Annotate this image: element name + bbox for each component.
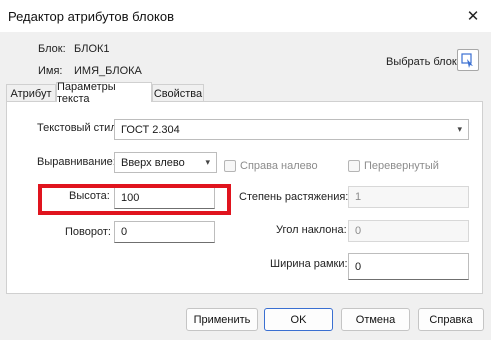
apply-button-label: Применить [193, 313, 251, 326]
rotation-value: 0 [121, 226, 128, 238]
block-label: Блок: [38, 43, 66, 55]
oblique-value: 0 [355, 225, 362, 237]
alignment-dropdown[interactable]: Вверх влево ▾ [114, 152, 217, 173]
frame-width-label: Ширина рамки: [270, 258, 348, 270]
alignment-label: Выравнивание: [37, 156, 116, 168]
tab-attribute-label: Атрибут [10, 87, 52, 100]
upside-down-checkbox[interactable] [348, 160, 360, 172]
height-highlight-frame [38, 184, 231, 215]
tab-attribute[interactable]: Атрибут [6, 84, 56, 102]
pick-block-label: Выбрать блок [386, 56, 457, 68]
tab-text-params[interactable]: Параметры текста [56, 80, 152, 105]
text-style-label: Текстовый стиль: [37, 122, 126, 134]
right-to-left-label: Справа налево [240, 160, 318, 172]
tab-text-params-label: Параметры текста [57, 80, 116, 105]
name-label: Имя: [38, 65, 63, 77]
pick-block-button[interactable] [457, 49, 479, 71]
width-factor-label: Степень растяжения: [239, 191, 349, 203]
upside-down-label: Перевернутый [364, 160, 439, 172]
block-value: БЛОК1 [74, 43, 110, 55]
alignment-value: Вверх влево [121, 156, 185, 169]
frame-width-value: 0 [355, 260, 362, 273]
rotation-label: Поворот: [65, 226, 111, 238]
rotation-input[interactable]: 0 [114, 221, 215, 243]
name-value: ИМЯ_БЛОКА [74, 65, 142, 77]
text-style-value: ГОСТ 2.304 [121, 123, 180, 136]
chevron-down-icon: ▾ [457, 124, 462, 134]
frame-width-input[interactable]: 0 [348, 253, 469, 280]
pick-block-icon [461, 53, 473, 68]
chevron-down-icon: ▾ [205, 157, 210, 167]
ok-button-label: OK [290, 313, 307, 326]
tab-properties[interactable]: Свойства [152, 84, 204, 102]
close-icon: ✕ [466, 8, 480, 25]
oblique-label: Угол наклона: [276, 224, 347, 236]
cancel-button-label: Отмена [355, 313, 396, 326]
cancel-button[interactable]: Отмена [341, 308, 410, 331]
width-factor-value: 1 [355, 191, 362, 203]
text-style-dropdown[interactable]: ГОСТ 2.304 ▾ [114, 119, 469, 140]
ok-button[interactable]: OK [264, 308, 333, 331]
tab-properties-label: Свойства [153, 87, 203, 100]
right-to-left-checkbox[interactable] [224, 160, 236, 172]
oblique-input[interactable]: 0 [348, 220, 469, 242]
window-title: Редактор атрибутов блоков [8, 9, 174, 24]
close-button[interactable]: ✕ [455, 0, 491, 32]
width-factor-input[interactable]: 1 [348, 186, 469, 208]
apply-button[interactable]: Применить [186, 308, 258, 331]
help-button[interactable]: Справка [418, 308, 484, 331]
help-button-label: Справка [429, 313, 473, 326]
